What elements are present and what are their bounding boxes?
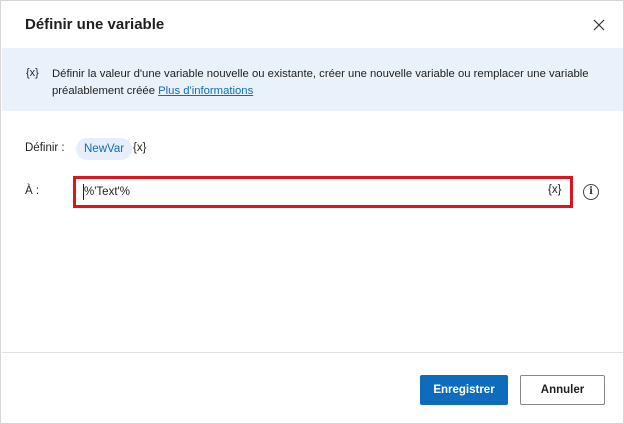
- text-caret: [83, 184, 84, 200]
- value-field-highlight: {x}: [73, 176, 573, 208]
- info-banner: {x} Définir la valeur d'une variable nou…: [2, 48, 623, 111]
- footer-divider: [2, 352, 623, 353]
- value-input[interactable]: [79, 182, 542, 202]
- cancel-button[interactable]: Annuler: [520, 375, 605, 405]
- banner-description: Définir la valeur d'une variable nouvell…: [52, 66, 592, 100]
- more-info-link[interactable]: Plus d'informations: [158, 85, 253, 97]
- variable-icon: {x}: [26, 67, 39, 79]
- dialog-title: Définir une variable: [25, 16, 165, 33]
- banner-description-text: Définir la valeur d'une variable nouvell…: [52, 68, 589, 97]
- close-button[interactable]: [589, 15, 609, 35]
- variable-picker-icon[interactable]: {x}: [133, 142, 146, 154]
- define-label: Définir :: [25, 142, 65, 154]
- info-icon[interactable]: i: [583, 184, 599, 200]
- variable-name-pill[interactable]: NewVar: [76, 138, 133, 160]
- save-button[interactable]: Enregistrer: [420, 375, 508, 405]
- to-label: À :: [25, 185, 40, 197]
- close-icon: [593, 19, 605, 31]
- value-variable-picker-icon[interactable]: {x}: [548, 184, 561, 196]
- set-variable-dialog: Définir une variable {x} Définir la vale…: [0, 0, 624, 424]
